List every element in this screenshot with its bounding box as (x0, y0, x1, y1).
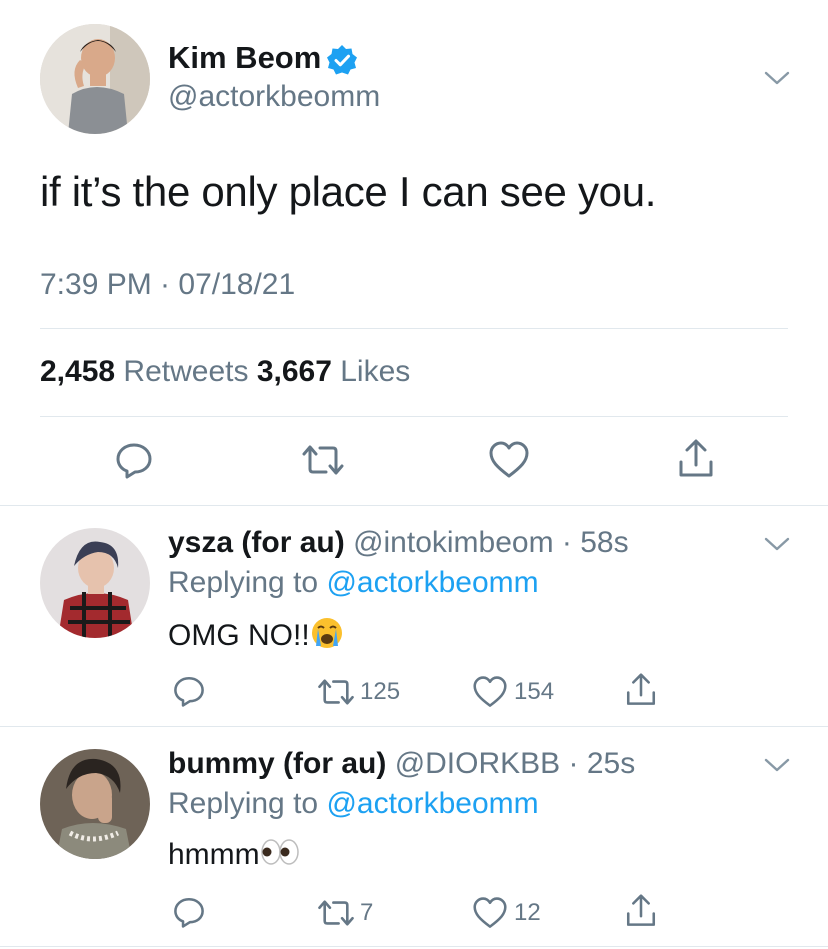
likes-label[interactable]: Likes (340, 355, 410, 388)
like-icon[interactable] (472, 675, 508, 709)
reply-tweet: ysza (for au) @intokimbeom · 58s Replyin… (0, 506, 828, 726)
reply-text-content: OMG NO!! (168, 618, 310, 652)
timestamp[interactable]: 7:39 PM · 07/18/21 (40, 268, 295, 302)
like-icon[interactable] (472, 896, 508, 930)
divider (40, 416, 788, 417)
divider (40, 328, 788, 329)
reply-icon[interactable] (172, 674, 206, 708)
display-name[interactable]: Kim Beom (168, 40, 321, 76)
avatar[interactable] (40, 528, 150, 638)
like-count: 154 (514, 678, 555, 705)
retweet-count: 125 (360, 678, 401, 705)
retweets-label[interactable]: Retweets (123, 355, 248, 388)
avatar[interactable] (40, 749, 150, 859)
replying-prefix: Replying to (168, 787, 319, 820)
share-icon[interactable] (676, 438, 716, 480)
like-count: 12 (514, 899, 541, 926)
retweets-count[interactable]: 2,458 (40, 355, 115, 388)
reply-header: bummy (for au) @DIORKBB · 25s (168, 747, 635, 781)
retweet-icon[interactable] (316, 897, 356, 929)
reply-text: hmmm (168, 837, 300, 875)
reply-icon[interactable] (172, 895, 206, 929)
replying-to-link[interactable]: @actorkbeomm (326, 566, 538, 599)
replying-to: Replying to @actorkbeomm (168, 566, 539, 600)
verified-badge-icon (326, 44, 358, 76)
handle[interactable]: @actorkbeomm (168, 80, 380, 114)
reply-icon[interactable] (114, 440, 154, 480)
engagement-stats: 2,458 Retweets 3,667 Likes (40, 355, 410, 389)
share-icon[interactable] (624, 672, 658, 708)
retweet-icon[interactable] (300, 442, 346, 478)
display-name[interactable]: bummy (for au) (168, 747, 386, 780)
reply-text-content: hmmm (168, 837, 260, 871)
replying-prefix: Replying to (168, 566, 319, 599)
retweet-icon[interactable] (316, 676, 356, 708)
retweet-count: 7 (360, 899, 374, 926)
chevron-down-icon[interactable] (762, 68, 792, 88)
loudly-crying-face-icon (310, 616, 344, 658)
likes-count[interactable]: 3,667 (257, 355, 332, 388)
replying-to-link[interactable]: @actorkbeomm (326, 787, 538, 820)
avatar[interactable] (40, 24, 150, 134)
eyes-icon (260, 837, 300, 875)
reply-tweet: bummy (for au) @DIORKBB · 25s Replying t… (0, 727, 828, 949)
divider (0, 946, 828, 947)
replying-to: Replying to @actorkbeomm (168, 787, 539, 821)
chevron-down-icon[interactable] (762, 534, 792, 554)
main-tweet: Kim Beom @actorkbeomm if it’s the only p… (0, 0, 828, 505)
like-icon[interactable] (488, 440, 530, 480)
reply-header: ysza (for au) @intokimbeom · 58s (168, 526, 629, 560)
chevron-down-icon[interactable] (762, 755, 792, 775)
tweet-text: if it’s the only place I can see you. (40, 168, 657, 215)
handle-time[interactable]: @intokimbeom · 58s (353, 526, 629, 559)
share-icon[interactable] (624, 893, 658, 929)
handle-time[interactable]: @DIORKBB · 25s (395, 747, 636, 780)
reply-text: OMG NO!! (168, 616, 344, 658)
display-name[interactable]: ysza (for au) (168, 526, 345, 559)
